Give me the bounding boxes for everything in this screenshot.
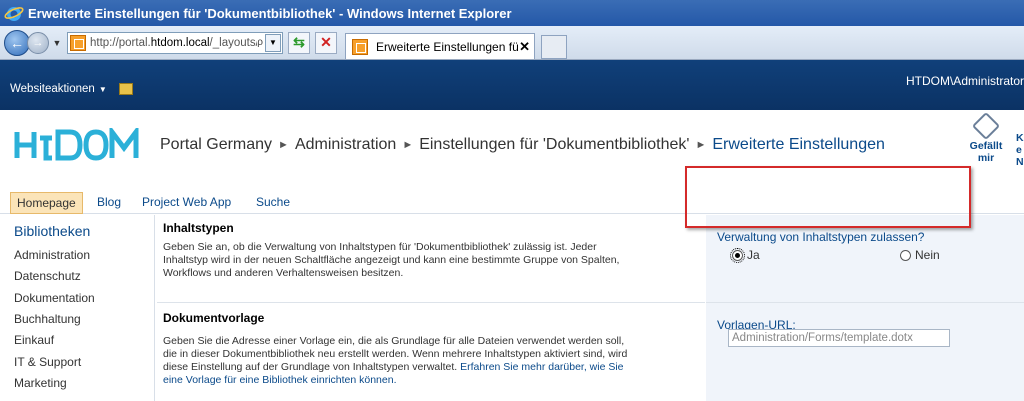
quick-launch-item[interactable]: Administration bbox=[14, 248, 90, 262]
window-titlebar: Erweiterte Einstellungen für 'Dokumentbi… bbox=[0, 0, 1024, 26]
content-types-panel: Verwaltung von Inhaltstypen zulassen? Ja… bbox=[706, 215, 1024, 303]
radio-option-no[interactable]: Nein bbox=[900, 248, 940, 262]
history-dropdown[interactable]: ▼ bbox=[51, 38, 63, 48]
breadcrumb-separator-icon: ► bbox=[278, 139, 289, 151]
new-tab-button[interactable] bbox=[541, 35, 567, 59]
section-document-template: Dokumentvorlage Geben Sie die Adresse ei… bbox=[157, 303, 705, 401]
sharepoint-page: Websiteaktionen ▼ HTDOM\Administrator Po… bbox=[0, 60, 1024, 401]
site-favicon-icon bbox=[70, 34, 86, 51]
breadcrumb-separator-icon: ► bbox=[402, 139, 414, 151]
notes-label-3: N bbox=[1016, 156, 1024, 168]
refresh-icon: ⇆ bbox=[293, 34, 305, 50]
breadcrumb: Portal Germany ► Administration ► Einstellun… bbox=[160, 136, 885, 154]
notes-label-1: K bbox=[1016, 132, 1024, 144]
tab-close-icon[interactable]: ✕ bbox=[519, 39, 530, 55]
stop-button[interactable]: ✕ bbox=[315, 31, 337, 54]
notes-label-2: e bbox=[1016, 144, 1022, 156]
quick-launch-item[interactable]: Dokumentation bbox=[14, 291, 95, 305]
htdom-logo-icon bbox=[14, 124, 139, 161]
chevron-down-icon: ▼ bbox=[52, 37, 62, 48]
template-url-input[interactable] bbox=[728, 329, 950, 347]
quick-launch-item[interactable]: Datenschutz bbox=[14, 269, 81, 283]
radio-yes[interactable] bbox=[730, 247, 745, 263]
site-actions-menu[interactable]: Websiteaktionen ▼ bbox=[10, 83, 133, 95]
window-title: Erweiterte Einstellungen für 'Dokumentbi… bbox=[28, 5, 512, 21]
breadcrumb-item-administration[interactable]: Administration bbox=[295, 136, 396, 153]
topnav-project-web-app[interactable]: Project Web App bbox=[136, 192, 237, 212]
address-domain: htdom.local bbox=[150, 36, 210, 49]
like-it-button[interactable]: Gefällt mir bbox=[966, 110, 1006, 164]
address-suffix: /_layouts/ bbox=[209, 36, 258, 49]
quick-launch: Bibliotheken Administration Datenschutz … bbox=[0, 215, 155, 401]
tab-title: Erweiterte Einstellungen für '... bbox=[376, 39, 519, 54]
quick-launch-item[interactable]: IT & Support bbox=[14, 355, 81, 369]
section-title: Inhaltstypen bbox=[163, 221, 234, 235]
field-label: Verwaltung von Inhaltstypen zulassen? bbox=[717, 230, 925, 244]
breadcrumb-item-portal[interactable]: Portal Germany bbox=[160, 136, 272, 153]
topnav-suche[interactable]: Suche bbox=[250, 192, 296, 212]
address-prefix: http://portal. bbox=[90, 36, 151, 49]
section-content-types: Inhaltstypen Geben Sie an, ob die Verwal… bbox=[157, 215, 705, 303]
address-bar[interactable]: http://portal.htdom.local/_layouts/ ρ ▼ bbox=[67, 31, 283, 54]
address-dropdown[interactable]: ▼ bbox=[265, 33, 281, 52]
template-panel: Vorlagen-URL: bbox=[706, 303, 1024, 401]
chevron-down-icon: ▼ bbox=[98, 84, 107, 94]
tab-favicon-icon bbox=[352, 38, 368, 55]
arrow-right-icon: → bbox=[32, 36, 44, 49]
quick-launch-item[interactable]: Einkauf bbox=[14, 333, 54, 347]
close-icon: ✕ bbox=[320, 34, 332, 50]
search-icon: ρ bbox=[257, 37, 263, 48]
address-text[interactable]: http://portal.htdom.local/_layouts/ bbox=[90, 37, 257, 49]
quick-launch-item[interactable]: Marketing bbox=[14, 376, 67, 390]
browser-tab[interactable]: Erweiterte Einstellungen für '... ✕ bbox=[345, 33, 535, 59]
site-actions-label: Websiteaktionen bbox=[10, 83, 95, 95]
radio-option-yes[interactable]: Ja bbox=[730, 247, 760, 263]
radio-no[interactable] bbox=[900, 249, 911, 261]
topnav-homepage[interactable]: Homepage bbox=[10, 192, 83, 214]
radio-yes-label[interactable]: Ja bbox=[747, 248, 760, 262]
top-navigation: Homepage Blog Project Web App Suche bbox=[0, 188, 1024, 214]
site-logo[interactable] bbox=[14, 124, 146, 171]
section-description: Geben Sie die Adresse einer Vorlage ein,… bbox=[163, 335, 633, 387]
notes-button[interactable]: K e N bbox=[1016, 132, 1024, 168]
refresh-button[interactable]: ⇆ bbox=[288, 31, 310, 54]
browser-navbar: ← → ▼ http://portal.htdom.local/_layouts… bbox=[0, 26, 1024, 60]
tag-icon bbox=[971, 111, 1001, 141]
arrow-left-icon: ← bbox=[10, 34, 24, 51]
like-it-label-2: mir bbox=[977, 152, 995, 164]
section-description: Geben Sie an, ob die Verwaltung von Inha… bbox=[163, 241, 620, 279]
quick-launch-item[interactable]: Buchhaltung bbox=[14, 312, 81, 326]
section-title: Dokumentvorlage bbox=[163, 311, 265, 325]
breadcrumb-separator-icon: ► bbox=[695, 139, 707, 151]
browse-folder-icon[interactable] bbox=[118, 83, 133, 95]
user-menu[interactable]: HTDOM\Administrator bbox=[906, 74, 1024, 88]
site-header: Portal Germany ► Administration ► Einstellun… bbox=[0, 110, 1024, 188]
breadcrumb-item-library-settings[interactable]: Einstellungen für 'Dokumentbibliothek' bbox=[419, 136, 689, 153]
like-it-label-1: Gefällt bbox=[969, 140, 1003, 152]
radio-no-label[interactable]: Nein bbox=[915, 248, 940, 262]
ribbon-topbar: Websiteaktionen ▼ HTDOM\Administrator bbox=[0, 60, 1024, 110]
quick-launch-heading[interactable]: Bibliotheken bbox=[14, 223, 90, 239]
ie-logo-icon bbox=[4, 3, 24, 23]
forward-button[interactable]: → bbox=[27, 31, 49, 54]
topnav-blog[interactable]: Blog bbox=[91, 192, 127, 212]
breadcrumb-item-current: Erweiterte Einstellungen bbox=[712, 136, 885, 153]
